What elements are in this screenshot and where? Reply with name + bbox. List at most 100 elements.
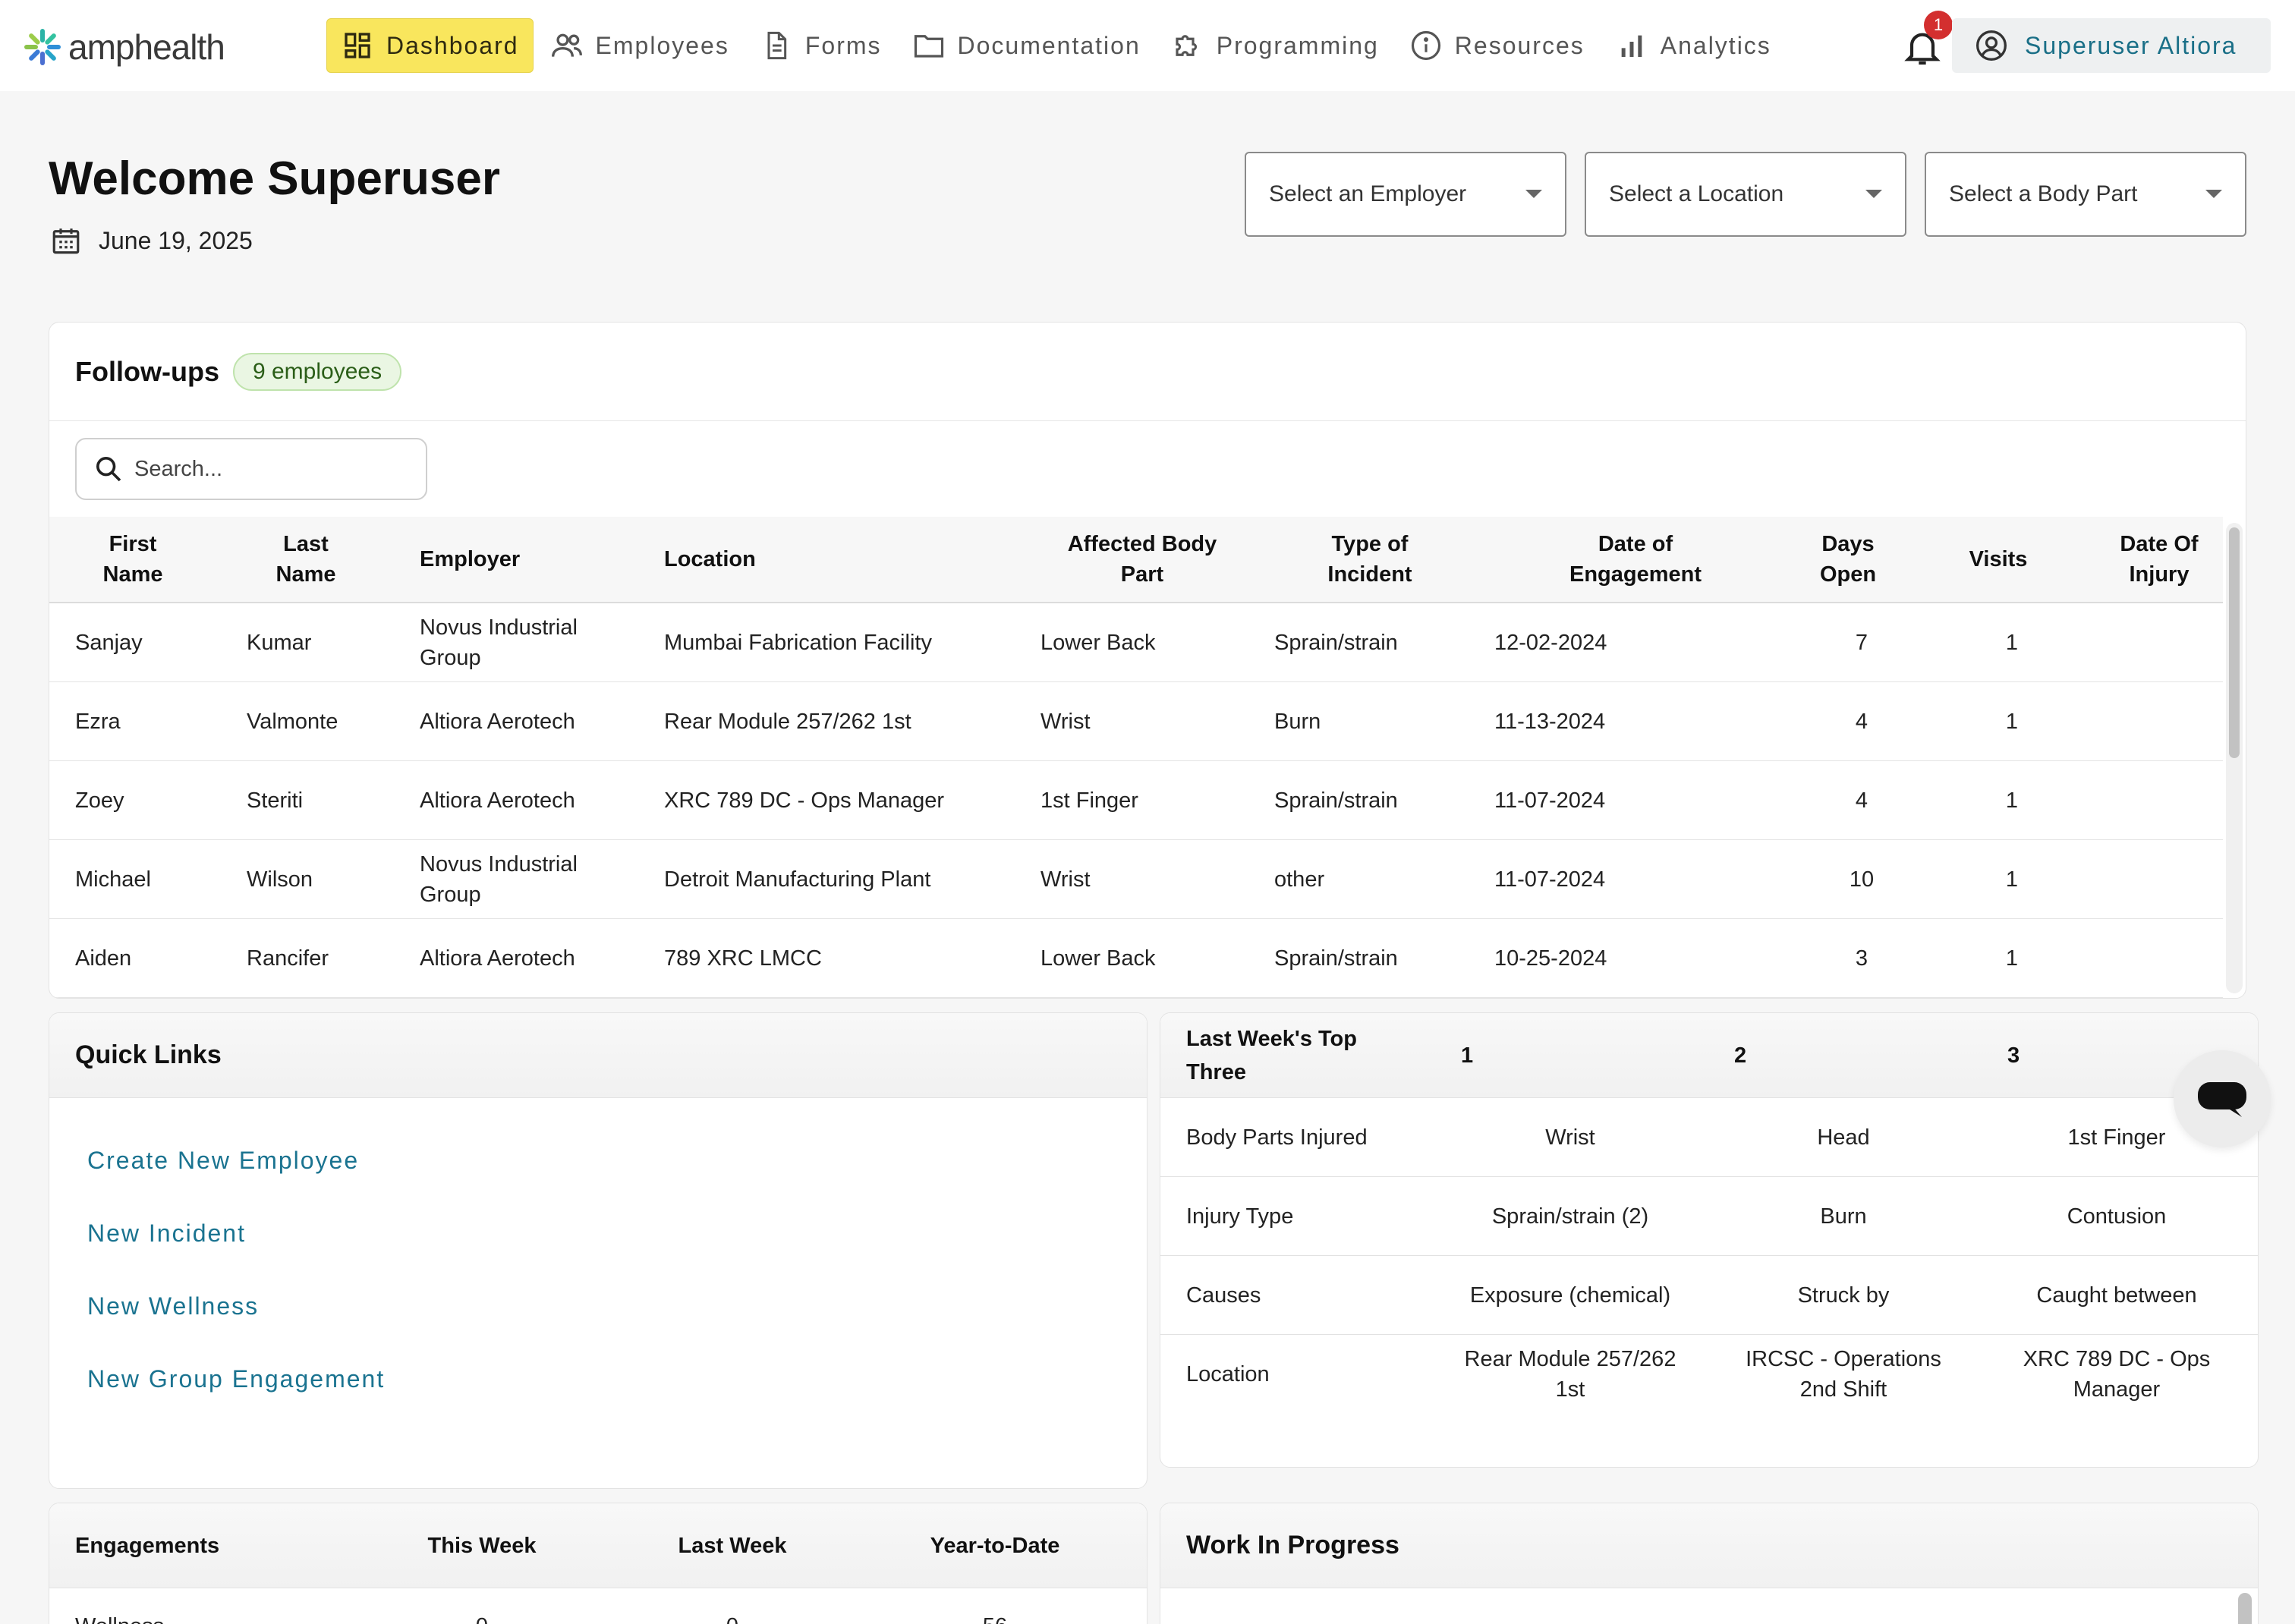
nav-employees[interactable]: Employees <box>537 18 743 73</box>
engagements-title: Engagements <box>75 1533 220 1558</box>
cell-body-part: 1st Finger <box>1040 788 1138 813</box>
col-engagement-date[interactable]: Date of Engagement <box>1522 517 1749 602</box>
cell-last-name: Valmonte <box>247 709 338 734</box>
bar-chart-icon <box>1615 29 1648 62</box>
col-incident-type[interactable]: Type of Incident <box>1279 517 1461 602</box>
table-row[interactable]: Michael Wilson Novus Industrial Group Det… <box>49 840 2223 919</box>
user-name: Superuser Altiora <box>2025 31 2237 59</box>
nav-programming[interactable]: Programming <box>1157 18 1393 73</box>
table-row[interactable]: Ezra Valmonte Altiora Aerotech Rear Modu… <box>49 682 2223 761</box>
new-wellness-link[interactable]: New Wellness <box>87 1292 259 1320</box>
nav-documentation[interactable]: Documentation <box>899 18 1154 73</box>
location-select[interactable]: Select a Location <box>1585 152 1906 237</box>
rank-1-header: 1 <box>1461 1043 1474 1068</box>
caret-down-icon <box>2205 190 2222 198</box>
cell-engagement-date: 11-07-2024 <box>1494 788 1606 813</box>
employee-count-badge: 9 employees <box>232 352 402 391</box>
nav-dashboard[interactable]: Dashboard <box>326 18 534 73</box>
search-placeholder: Search... <box>134 456 223 481</box>
cell-injury-date <box>2098 603 2220 681</box>
cell-body-part: Lower Back <box>1040 946 1156 971</box>
employer-select-value: Select an Employer <box>1269 181 1467 206</box>
col-year-to-date: Year-to-Date <box>930 1533 1060 1558</box>
notification-count-badge: 1 <box>1924 11 1953 39</box>
rank-3-value: Contusion <box>2067 1204 2167 1229</box>
col-visits[interactable]: Visits <box>1938 517 2059 602</box>
new-incident-link[interactable]: New Incident <box>87 1220 246 1248</box>
col-body-part[interactable]: Affected Body Part <box>1036 517 1248 602</box>
cell-employer: Novus Industrial Group <box>420 615 578 670</box>
cell-engagement-date: 11-07-2024 <box>1494 867 1606 892</box>
engagements-header: Engagements This Week Last Week Year-to-… <box>49 1503 1147 1588</box>
chat-launcher-button[interactable] <box>2174 1050 2271 1147</box>
employer-select[interactable]: Select an Employer <box>1245 152 1566 237</box>
cell-first-name: Sanjay <box>75 630 143 655</box>
dashboard-icon <box>341 29 374 62</box>
cell-body-part: Lower Back <box>1040 630 1156 655</box>
top-three-row-injury-type: Injury Type Sprain/strain (2) Burn Contu… <box>1160 1177 2258 1256</box>
cell-body-part: Wrist <box>1040 709 1091 734</box>
col-injury-date[interactable]: Date Of Injury <box>2098 517 2220 602</box>
calendar-icon <box>52 228 80 254</box>
account-circle-icon <box>1976 30 2007 61</box>
cell-last-name: Wilson <box>247 867 313 892</box>
brand-name: amphealth <box>68 27 225 67</box>
table-header-row: First Name Last Name Employer Location Aff… <box>49 517 2223 603</box>
col-last-week: Last Week <box>678 1533 787 1558</box>
cell-injury-date <box>2098 761 2220 839</box>
brand-logo[interactable]: amphealth <box>23 26 225 68</box>
followups-scrollbar[interactable] <box>2226 523 2243 993</box>
top-three-row-body-parts: Body Parts Injured Wrist Head 1st Finger <box>1160 1098 2258 1177</box>
col-first-name[interactable]: First Name <box>72 517 194 602</box>
create-new-employee-link[interactable]: Create New Employee <box>87 1147 359 1175</box>
col-days-open[interactable]: Days Open <box>1787 517 1909 602</box>
top-three-row-causes: Causes Exposure (chemical) Struck by Cau… <box>1160 1256 2258 1335</box>
cell-location: 789 XRC LMCC <box>664 946 822 971</box>
cell-injury-date <box>2098 919 2220 997</box>
nav-documentation-label: Documentation <box>957 31 1141 59</box>
cell-incident-type: Sprain/strain <box>1274 788 1398 813</box>
cell-engagement-date: 12-02-2024 <box>1494 630 1607 655</box>
cell-injury-date <box>2098 682 2220 760</box>
search-icon <box>96 457 121 482</box>
cell-injury-date <box>2098 840 2220 918</box>
nav-resources[interactable]: Resources <box>1396 18 1598 73</box>
cell-body-part: Wrist <box>1040 867 1091 892</box>
col-employer[interactable]: Employer <box>420 517 647 602</box>
top-three-header: Last Week's Top Three 1 2 3 <box>1160 1013 2258 1098</box>
table-row[interactable]: Sanjay Kumar Novus Industrial Group Mumba… <box>49 603 2223 682</box>
nav-analytics-label: Analytics <box>1660 31 1771 59</box>
col-location[interactable]: Location <box>664 517 983 602</box>
quick-links-card: Quick Links Create New Employee New Inci… <box>49 1012 1148 1489</box>
cell-visits: 1 <box>2005 788 2019 813</box>
body-part-select-value: Select a Body Part <box>1949 181 2138 206</box>
cell-location: XRC 789 DC - Ops Manager <box>664 788 945 813</box>
location-select-value: Select a Location <box>1609 181 1784 206</box>
new-group-engagement-link[interactable]: New Group Engagement <box>87 1365 385 1393</box>
followups-search-input[interactable]: Search... <box>75 438 427 500</box>
cell-visits: 1 <box>2005 867 2019 892</box>
nav-analytics[interactable]: Analytics <box>1601 18 1785 73</box>
cell-first-name: Zoey <box>75 788 124 813</box>
cell-employer: Altiora Aerotech <box>420 946 575 971</box>
top-three-row-location: Location Rear Module 257/262 1st IRCSC - … <box>1160 1335 2258 1414</box>
nav-forms[interactable]: Forms <box>746 18 896 73</box>
body-part-select[interactable]: Select a Body Part <box>1925 152 2246 237</box>
nav-resources-label: Resources <box>1454 31 1585 59</box>
engagements-row-wellness: Wellness 0 0 56 <box>49 1588 1147 1624</box>
cell-incident-type: Sprain/strain <box>1274 946 1398 971</box>
rank-2-value: Burn <box>1820 1204 1867 1229</box>
table-row[interactable]: Zoey Steriti Altiora Aerotech XRC 789 DC… <box>49 761 2223 840</box>
col-last-name[interactable]: Last Name <box>245 517 367 602</box>
cell-location: Rear Module 257/262 1st <box>664 709 911 734</box>
work-in-progress-scrollbar[interactable] <box>2238 1593 2252 1624</box>
user-menu-button[interactable]: Superuser Altiora <box>1952 18 2271 73</box>
cell-visits: 1 <box>2005 709 2019 734</box>
cell-incident-type: Sprain/strain <box>1274 630 1398 655</box>
followups-scroll-thumb[interactable] <box>2229 527 2240 758</box>
engagements-card: Engagements This Week Last Week Year-to-… <box>49 1503 1148 1624</box>
chat-bubble-icon <box>2198 1082 2246 1117</box>
table-row[interactable]: Aiden Rancifer Altiora Aerotech 789 XRC … <box>49 919 2223 998</box>
rank-2-value: Head <box>1817 1125 1870 1150</box>
cell-first-name: Ezra <box>75 709 121 734</box>
